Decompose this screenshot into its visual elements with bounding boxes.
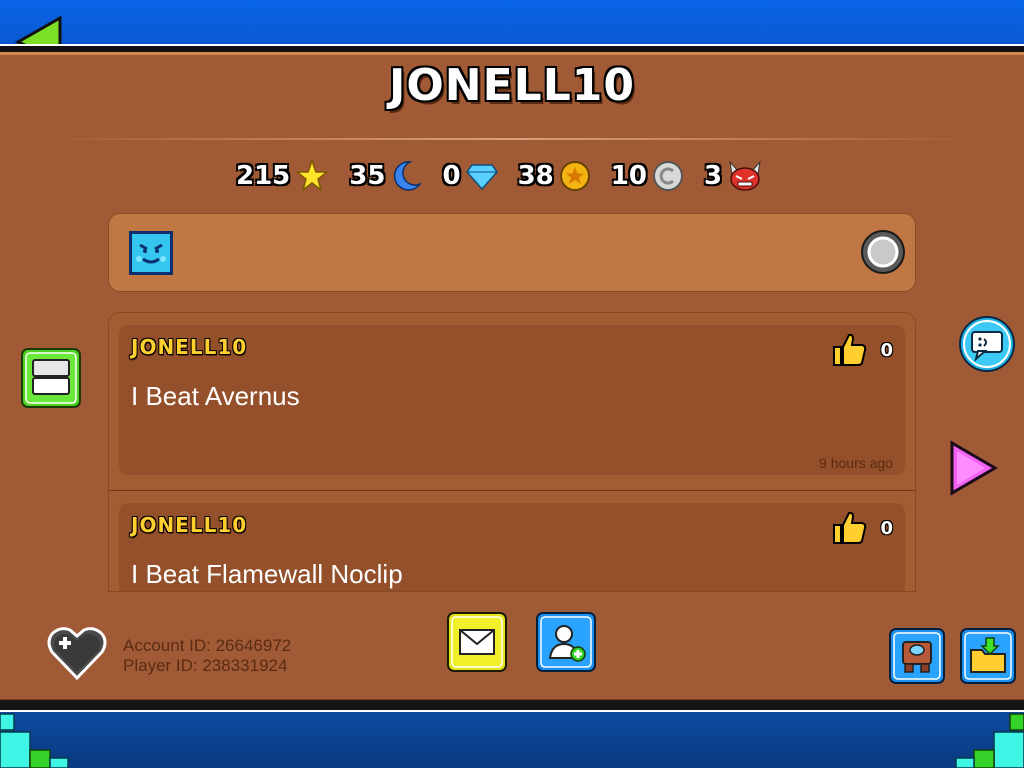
comment-like-count: 0: [880, 517, 893, 539]
envelope-icon: [447, 612, 507, 672]
stat-user-coins: 10: [611, 160, 684, 192]
circle-button-icon: [861, 230, 905, 274]
account-id: Account ID: 26646972: [123, 636, 292, 655]
send-message-button[interactable]: [447, 612, 507, 672]
comment-item: JONELL10 0 I Beat Flamewall Noclip: [119, 503, 905, 591]
diamond-icon: [465, 164, 498, 191]
toggle-view-button[interactable]: [21, 348, 81, 408]
layout-toggle-icon: [21, 348, 81, 408]
player-options-button[interactable]: [860, 229, 906, 275]
user-coin-icon: [652, 161, 683, 191]
top-bar: [0, 0, 1024, 46]
thumbs-up-icon[interactable]: [830, 331, 868, 369]
comment-item: JONELL10 0 I Beat Avernus 9 hours ago: [119, 325, 905, 475]
next-arrow-icon: [950, 440, 998, 496]
saved-levels-button[interactable]: [960, 628, 1016, 684]
comment-username[interactable]: JONELL10: [131, 335, 247, 359]
player-cube-icon: [128, 230, 174, 276]
profile-ids: Account ID: 26646972 Player ID: 23833192…: [123, 636, 291, 676]
star-icon: [295, 159, 330, 192]
comment-like-count: 0: [880, 339, 893, 361]
robot-icon: [889, 628, 945, 684]
stat-diamonds-value: 0: [442, 161, 461, 191]
stat-secret-coins: 38: [518, 160, 591, 192]
stat-stars-value: 215: [236, 161, 291, 191]
back-arrow-icon: [14, 16, 62, 46]
stat-moons: 35: [349, 159, 423, 193]
stat-diamonds: 0: [442, 161, 498, 191]
comment-like-group: 0: [830, 509, 893, 547]
my-levels-button[interactable]: [889, 628, 945, 684]
corner-blocks-left-decoration: [0, 713, 69, 768]
folder-icon: [960, 628, 1016, 684]
comments-list[interactable]: JONELL10 0 I Beat Avernus 9 hours ago JO…: [108, 312, 916, 592]
stat-stars: 215: [236, 159, 330, 193]
thumbs-up-icon[interactable]: [830, 509, 868, 547]
comment-history-button[interactable]: [958, 315, 1016, 373]
comment-text: I Beat Flamewall Noclip: [131, 559, 403, 589]
stat-demons-value: 3: [703, 161, 723, 191]
title-divider: [40, 138, 984, 140]
comment-like-group: 0: [830, 331, 893, 369]
next-page-button[interactable]: [948, 440, 998, 496]
bottom-background: [0, 712, 1024, 768]
comment-username[interactable]: JONELL10: [131, 513, 247, 537]
comment-separator: [109, 490, 915, 491]
chat-bubble-icon: [959, 316, 1015, 372]
add-friend-button[interactable]: [536, 612, 596, 672]
moon-icon: [394, 161, 423, 191]
add-friend-heart-button[interactable]: [46, 624, 108, 682]
comment-text: I Beat Avernus: [131, 381, 300, 411]
player-id: Player ID: 238331924: [123, 656, 288, 675]
stats-row: 215 35 0 38 10 3: [236, 156, 763, 196]
stat-user-coins-value: 10: [610, 161, 647, 191]
corner-blocks-right-decoration: [955, 713, 1024, 768]
stat-moons-value: 35: [349, 161, 386, 191]
back-arrow-button[interactable]: [14, 16, 62, 46]
add-user-icon: [536, 612, 596, 672]
heart-plus-icon: [47, 627, 107, 681]
player-icons-box: [108, 213, 916, 292]
demon-icon: [729, 160, 761, 191]
profile-username-title: JONELL10: [389, 60, 635, 111]
stat-secret-coins-value: 38: [517, 161, 554, 191]
secret-coin-icon: [559, 161, 590, 191]
comment-timestamp: 9 hours ago: [819, 455, 893, 471]
stat-demons: 3: [704, 160, 763, 192]
